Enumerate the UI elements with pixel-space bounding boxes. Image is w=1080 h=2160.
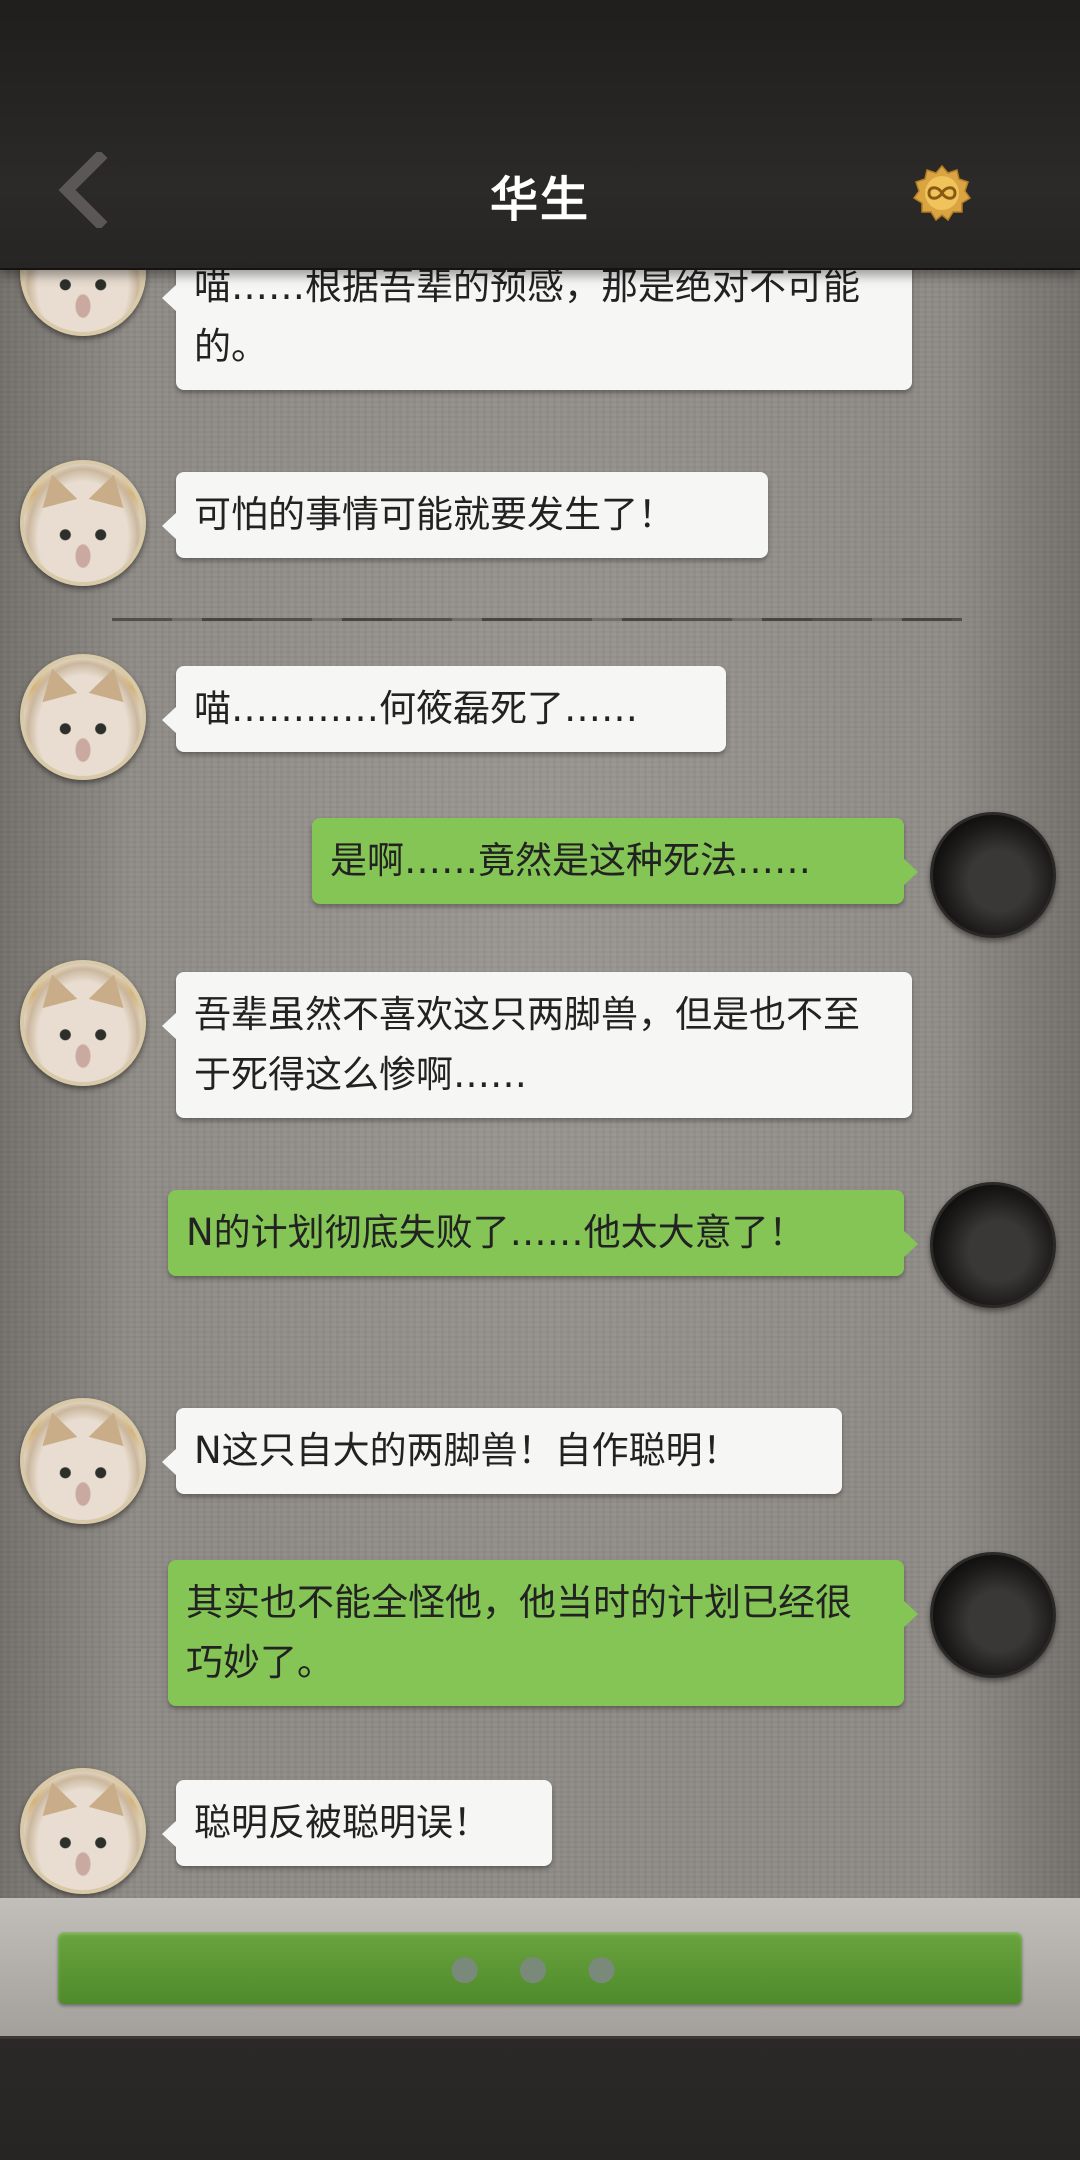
message-bubble: 聪明反被聪明误！: [162, 1780, 552, 1866]
chat-area[interactable]: 喵……根据吾辈的预感，那是绝对不可能的。 可怕的事情可能就要发生了！ 喵……………: [0, 268, 1080, 1898]
cat-avatar[interactable]: [20, 1768, 146, 1894]
message-bubble: 喵……根据吾辈的预感，那是绝对不可能的。: [162, 268, 912, 390]
message-bubble: 可怕的事情可能就要发生了！: [162, 472, 768, 558]
message-bubble: N这只自大的两脚兽！自作聪明！: [162, 1408, 842, 1494]
bottom-bar: ● ● ●: [0, 1898, 1080, 2160]
cat-avatar[interactable]: [20, 1398, 146, 1524]
message-bubble: 其实也不能全怪他，他当时的计划已经很巧妙了。: [168, 1560, 918, 1706]
message-bubble: 喵…………何筱磊死了……: [162, 666, 726, 752]
user-avatar[interactable]: [930, 1552, 1056, 1678]
user-avatar[interactable]: [930, 812, 1056, 938]
top-bar: 华生: [0, 0, 1080, 270]
infinity-medal-icon[interactable]: [912, 164, 972, 224]
cat-avatar[interactable]: [20, 268, 146, 336]
cat-avatar[interactable]: [20, 654, 146, 780]
message-bubble: 吾辈虽然不喜欢这只两脚兽，但是也不至于死得这么惨啊……: [162, 972, 912, 1118]
message-bubble: 是啊……竟然是这种死法……: [312, 818, 918, 904]
reply-button[interactable]: ● ● ●: [58, 1932, 1022, 2004]
cat-avatar[interactable]: [20, 960, 146, 1086]
message-bubble: N的计划彻底失败了……他太大意了！: [168, 1190, 918, 1276]
divider: [112, 618, 962, 621]
typing-indicator: ● ● ●: [449, 1948, 631, 1988]
cat-avatar[interactable]: [20, 460, 146, 586]
user-avatar[interactable]: [930, 1182, 1056, 1308]
input-panel: ● ● ●: [0, 1898, 1080, 2039]
